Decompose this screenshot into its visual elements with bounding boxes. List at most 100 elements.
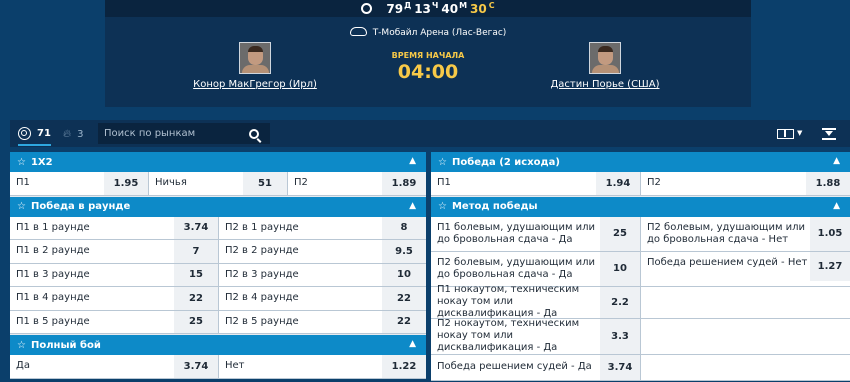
odd-value: 3.3: [600, 318, 640, 354]
outcome-label: П2 в 4 раунде: [225, 292, 299, 304]
columns-layout-icon[interactable]: [777, 129, 794, 139]
outcome-label: Да: [16, 360, 30, 372]
outcome-label: П1: [16, 177, 30, 189]
chevron-up-icon[interactable]: ▲: [409, 156, 416, 166]
outcome-label: П2: [294, 177, 308, 189]
bet-outcome[interactable]: П1 нокаутом, техническим нокау том или д…: [431, 284, 640, 319]
outcome-label: Ничья: [155, 177, 187, 189]
clock-icon: [361, 3, 373, 14]
start-time-block: ВРЕМЯ НАЧАЛА 04:00: [378, 51, 478, 83]
market-header-win-2way[interactable]: ☆ Победа (2 исхода) ▲: [431, 152, 850, 172]
outcome-label: П1: [437, 177, 451, 189]
outcome-label: П2 нокаутом, техническим нокау том или д…: [437, 318, 580, 353]
bet-draw[interactable]: Ничья 51: [148, 172, 287, 195]
bet-p1[interactable]: П1 1.94: [431, 172, 640, 195]
market-header-1x2[interactable]: ☆ 1X2 ▲: [10, 152, 426, 172]
bet-outcome[interactable]: П2 в 2 раунде 9.5: [218, 240, 426, 263]
market-row: П1 болевым, удушающим или до бровольная …: [431, 216, 850, 252]
chevron-up-icon[interactable]: ▲: [833, 156, 840, 166]
bet-outcome[interactable]: Победа решением судей - Да 3.74: [431, 354, 640, 380]
bet-outcome[interactable]: П2 болевым, удушающим или до бровольная …: [640, 216, 850, 251]
start-time-label: ВРЕМЯ НАЧАЛА: [391, 51, 465, 60]
odd-value: 1.27: [810, 251, 850, 281]
tab-all-markets[interactable]: 71: [18, 124, 51, 146]
bet-outcome[interactable]: Победа решением судей - Нет 1.27: [640, 251, 850, 286]
all-markets-count: 71: [37, 127, 51, 139]
fighter-1-link[interactable]: Конор МакГрегор (Ирл): [185, 79, 325, 90]
chevron-down-icon[interactable]: ▼: [797, 129, 802, 137]
empty-cell: [640, 286, 850, 318]
chevron-up-icon[interactable]: ▲: [409, 339, 416, 349]
star-icon[interactable]: ☆: [438, 157, 447, 168]
fighter-1-avatar: [239, 42, 271, 74]
bet-no[interactable]: Нет 1.22: [218, 355, 426, 378]
bet-outcome[interactable]: П2 в 5 раунде 22: [218, 310, 426, 333]
tab-popular-markets[interactable]: 🔥︎ 3: [63, 127, 83, 141]
market-row: П1 в 2 раунде 7 П2 в 2 раунде 9.5: [10, 240, 426, 264]
target-icon: [18, 126, 31, 140]
search-input[interactable]: [98, 123, 243, 144]
search-icon[interactable]: [249, 128, 259, 139]
star-icon[interactable]: ☆: [17, 340, 26, 351]
chevron-up-icon[interactable]: ▲: [833, 201, 840, 211]
market-header-full-fight[interactable]: ☆ Полный бой ▲: [10, 335, 426, 355]
outcome-label: П2 в 5 раунде: [225, 315, 299, 327]
market-header-round-win[interactable]: ☆ Победа в раунде ▲: [10, 196, 426, 217]
outcome-label: П2: [647, 177, 661, 189]
bet-outcome[interactable]: П1 болевым, удушающим или до бровольная …: [431, 216, 640, 251]
bet-outcome[interactable]: П1 в 2 раунде 7: [10, 240, 218, 263]
market-row: Да 3.74 Нет 1.22: [10, 355, 426, 379]
market-title: Полный бой: [30, 339, 101, 351]
bet-outcome[interactable]: П2 в 4 раунде 22: [218, 287, 426, 310]
bet-outcome[interactable]: П2 болевым, удушающим или до бровольная …: [431, 251, 640, 286]
odd-value: 3.74: [174, 216, 218, 239]
odd-value: 22: [174, 287, 218, 310]
markets-right-column: ☆ Победа (2 исхода) ▲ П1 1.94 П2 1.88 ☆ Ме…: [431, 152, 850, 381]
odd-value: 1.05: [810, 216, 850, 251]
odd-value: 22: [382, 287, 426, 310]
outcome-label: П1 в 2 раунде: [16, 245, 90, 257]
chevron-up-icon[interactable]: ▲: [409, 201, 416, 211]
start-time: 04:00: [397, 61, 459, 83]
event-header: 79 Д 13 Ч 40 М 30 С Т-Мобайл Арена (Лас-Вега…: [105, 0, 751, 107]
outcome-label: Нет: [225, 360, 245, 372]
bet-outcome[interactable]: П1 в 1 раунде 3.74: [10, 216, 218, 239]
bet-outcome[interactable]: П1 в 3 раунде 15: [10, 263, 218, 286]
market-row: П2 нокаутом, техническим нокау том или д…: [431, 318, 850, 355]
market-search: [98, 123, 270, 144]
star-icon[interactable]: ☆: [438, 201, 447, 212]
timer-minutes-unit: М: [459, 1, 468, 10]
bet-p2[interactable]: П2 1.89: [287, 172, 426, 195]
timer-days-unit: Д: [404, 1, 412, 10]
bet-p1[interactable]: П1 1.95: [10, 172, 148, 195]
empty-cell: [640, 354, 850, 380]
bet-outcome[interactable]: П2 в 3 раунде 10: [218, 263, 426, 286]
bet-yes[interactable]: Да 3.74: [10, 355, 218, 378]
odd-value: 51: [243, 172, 287, 195]
collapse-all-icon[interactable]: [821, 126, 837, 142]
timer-hours-unit: Ч: [431, 1, 439, 10]
bet-outcome[interactable]: П2 нокаутом, техническим нокау том или д…: [431, 318, 640, 354]
outcome-label: П2 болевым, удушающим или до бровольная …: [647, 221, 806, 245]
outcome-label: П1 болевым, удушающим или до бровольная …: [437, 221, 596, 245]
outcome-label: Победа решением судей - Нет: [647, 256, 808, 268]
bet-outcome[interactable]: П1 в 5 раунде 25: [10, 310, 218, 333]
bet-p2[interactable]: П2 1.88: [640, 172, 850, 195]
countdown-timer: 79 Д 13 Ч 40 М 30 С: [105, 0, 751, 17]
market-row: П1 нокаутом, техническим нокау том или д…: [431, 284, 850, 319]
flame-icon: 🔥︎: [63, 127, 72, 140]
odd-value: 10: [382, 263, 426, 286]
outcome-label: П1 нокаутом, техническим нокау том или д…: [437, 284, 580, 319]
odd-value: 9.5: [382, 240, 426, 263]
market-header-win-method[interactable]: ☆ Метод победы ▲: [431, 196, 850, 217]
fighter-2-avatar: [589, 42, 621, 74]
fighter-2-link[interactable]: Дастин Порье (США): [535, 79, 675, 90]
bet-outcome[interactable]: П1 в 4 раунде 22: [10, 287, 218, 310]
market-title: Победа (2 исхода): [451, 156, 560, 168]
star-icon[interactable]: ☆: [17, 201, 26, 212]
market-row: П2 болевым, удушающим или до бровольная …: [431, 251, 850, 287]
odd-value: 3.74: [174, 355, 218, 378]
timer-seconds: 30: [470, 1, 487, 16]
bet-outcome[interactable]: П2 в 1 раунде 8: [218, 216, 426, 239]
star-icon[interactable]: ☆: [17, 157, 26, 168]
